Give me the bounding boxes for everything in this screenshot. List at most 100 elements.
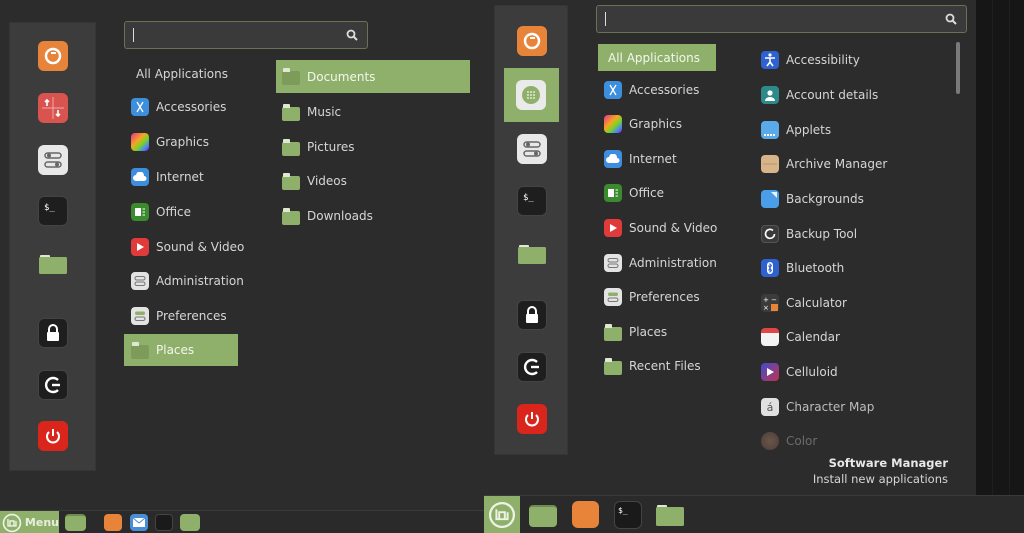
category-office[interactable]: Office: [131, 196, 241, 228]
toggles-icon: [604, 254, 622, 272]
shutdown-favorite[interactable]: [517, 404, 547, 434]
app-tooltip: Software Manager Install new application…: [813, 456, 948, 486]
show-desktop-button[interactable]: [529, 505, 557, 527]
folder-icon: [604, 323, 622, 341]
calculator-icon: + − ×: [761, 294, 779, 312]
documents-folder-icon: [282, 68, 300, 86]
software-manager-favorite[interactable]: [516, 80, 546, 110]
category-preferences[interactable]: Preferences: [604, 281, 724, 313]
office-icon: [604, 184, 622, 202]
lock-icon: [47, 324, 59, 341]
app-account-details[interactable]: Account details: [761, 79, 941, 111]
scissors-icon: [604, 81, 622, 99]
app-celluloid[interactable]: Celluloid: [761, 356, 941, 388]
shutdown-favorite[interactable]: [38, 421, 68, 451]
power-icon: [46, 429, 60, 444]
backup-icon: [761, 225, 779, 243]
app-backgrounds[interactable]: Backgrounds: [761, 183, 941, 215]
category-all-applications[interactable]: All Applications: [598, 44, 716, 71]
system-settings-favorite[interactable]: [38, 145, 68, 175]
app-applets[interactable]: Applets: [761, 114, 941, 146]
terminal-favorite[interactable]: $_: [517, 186, 547, 216]
category-recent-files[interactable]: Recent Files: [604, 350, 724, 382]
videos-folder-icon: [282, 172, 300, 190]
archive-icon: [761, 155, 779, 173]
recent-files-icon: [604, 357, 622, 375]
place-music[interactable]: Music: [282, 96, 462, 128]
apps-scrollbar[interactable]: [956, 42, 960, 94]
app-calculator[interactable]: + − × Calculator: [761, 287, 941, 319]
category-sound-video[interactable]: Sound & Video: [604, 212, 724, 244]
taskbar-mail[interactable]: [130, 514, 148, 531]
taskbar-terminal[interactable]: $_: [614, 501, 642, 529]
text-caret: [605, 12, 606, 26]
lock-screen-favorite[interactable]: [517, 300, 547, 330]
software-manager-icon: [522, 86, 540, 104]
category-accessories[interactable]: Accessories: [604, 74, 724, 106]
category-administration[interactable]: Administration: [604, 247, 724, 279]
svg-text:×: ×: [763, 304, 769, 311]
app-color[interactable]: Color: [761, 425, 941, 457]
files-favorite[interactable]: [517, 238, 547, 268]
terminal-icon: $_: [44, 203, 55, 213]
terminal-favorite[interactable]: $_: [38, 196, 68, 226]
place-downloads[interactable]: Downloads: [282, 200, 462, 232]
place-documents[interactable]: Documents: [276, 60, 470, 93]
folder-icon: [518, 245, 546, 264]
app-accessibility[interactable]: Accessibility: [761, 44, 941, 76]
logout-favorite[interactable]: [517, 352, 547, 382]
tooltip-description: Install new applications: [812, 472, 948, 486]
taskbar-files[interactable]: [180, 514, 200, 531]
category-graphics[interactable]: Graphics: [604, 108, 724, 140]
app-character-map[interactable]: á Character Map: [761, 391, 941, 423]
taskbar-terminal[interactable]: [155, 514, 173, 531]
update-manager-icon: [42, 97, 64, 119]
category-preferences[interactable]: Preferences: [131, 300, 241, 332]
taskbar-firefox[interactable]: [104, 514, 122, 531]
category-accessories[interactable]: Accessories: [131, 91, 241, 123]
category-internet[interactable]: Internet: [604, 143, 724, 175]
play-icon: [604, 219, 622, 237]
show-desktop-button[interactable]: [65, 514, 86, 531]
update-manager-favorite[interactable]: [38, 93, 68, 123]
accessibility-icon: [761, 51, 779, 69]
terminal-icon: $_: [523, 193, 534, 203]
firefox-favorite[interactable]: [38, 41, 68, 71]
right-menu-screenshot: $_ All Applications Accessories Graphics…: [484, 0, 1024, 533]
lock-screen-favorite[interactable]: [38, 318, 68, 348]
bluetooth-icon: [761, 259, 779, 277]
category-administration[interactable]: Administration: [131, 265, 244, 297]
place-pictures[interactable]: Pictures: [282, 131, 462, 163]
category-places[interactable]: Places: [124, 334, 238, 366]
app-backup-tool[interactable]: Backup Tool: [761, 218, 941, 250]
app-archive-manager[interactable]: Archive Manager: [761, 148, 941, 180]
calendar-icon: [761, 328, 779, 346]
character-map-icon: á: [761, 398, 779, 416]
firefox-icon: [523, 32, 541, 50]
app-bluetooth[interactable]: Bluetooth: [761, 252, 941, 284]
menu-button[interactable]: [484, 496, 520, 533]
mint-logo-icon: [2, 513, 22, 532]
category-all-applications[interactable]: All Applications: [136, 58, 246, 90]
category-sound-video[interactable]: Sound & Video: [131, 231, 244, 263]
system-settings-favorite[interactable]: [517, 134, 547, 164]
menu-label: Menu: [24, 516, 59, 529]
category-places[interactable]: Places: [604, 316, 724, 348]
firefox-favorite[interactable]: [517, 26, 547, 56]
search-input[interactable]: [596, 5, 967, 33]
taskbar-firefox[interactable]: [572, 501, 599, 528]
category-label: All Applications: [136, 67, 228, 81]
search-input[interactable]: [124, 21, 368, 49]
app-calendar[interactable]: Calendar: [761, 321, 941, 353]
place-videos[interactable]: Videos: [282, 165, 462, 197]
taskbar-files[interactable]: [656, 504, 684, 526]
menu-button[interactable]: Menu: [0, 511, 59, 533]
files-favorite[interactable]: [38, 248, 68, 278]
logout-favorite[interactable]: [38, 370, 68, 400]
music-folder-icon: [282, 103, 300, 121]
software-manager-favorite-highlight[interactable]: [504, 68, 559, 122]
category-office[interactable]: Office: [604, 177, 724, 209]
category-internet[interactable]: Internet: [131, 161, 241, 193]
category-graphics[interactable]: Graphics: [131, 126, 241, 158]
desktop-background: [976, 0, 1024, 495]
